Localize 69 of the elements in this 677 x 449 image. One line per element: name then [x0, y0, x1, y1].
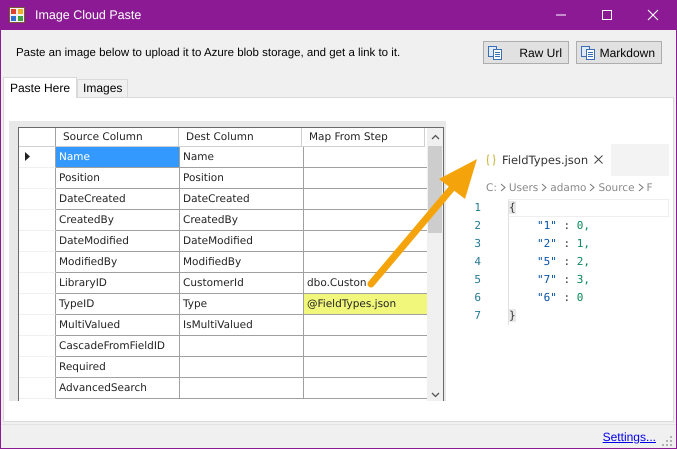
chevron-icon: [541, 183, 548, 192]
table-cell[interactable]: TypeID: [56, 294, 180, 315]
code-text: {: [509, 201, 516, 214]
table-cell[interactable]: DateCreated: [56, 188, 180, 210]
tab[interactable]: Paste Here: [3, 76, 78, 98]
table-cell[interactable]: [180, 378, 304, 399]
window-title: Image Cloud Paste: [35, 8, 142, 22]
code-text: }: [509, 309, 516, 322]
app-icon: [9, 7, 25, 23]
braces-icon: [486, 154, 496, 166]
table-cell[interactable]: ModifiedBy: [56, 252, 180, 273]
table-cell[interactable]: CustomerId: [180, 272, 304, 294]
table-cell[interactable]: AdvancedSearch: [56, 378, 180, 399]
table-cell[interactable]: IsMultiValued: [180, 314, 304, 336]
table-cell[interactable]: Name: [180, 146, 304, 168]
settings-link[interactable]: Settings...: [602, 430, 656, 444]
table-cell[interactable]: CreatedBy: [180, 210, 304, 231]
copy-icon: [580, 44, 596, 61]
table-cell[interactable]: MultiValued: [56, 314, 180, 336]
table-cell[interactable]: DateModified: [56, 230, 180, 252]
breadcrumb-item[interactable]: F: [646, 182, 653, 194]
line-number: 6: [473, 291, 482, 304]
editor-tab[interactable]: FieldTypes.json: [446, 144, 612, 176]
line-number: 1: [473, 201, 482, 214]
maximize-icon: [601, 9, 613, 21]
scroll-down-icon[interactable]: [430, 392, 440, 398]
resize-grip-icon[interactable]: [662, 436, 672, 446]
code-text: "6" : 0: [536, 291, 584, 304]
code-text: "7" : 3,: [536, 273, 590, 286]
table-cell[interactable]: Position: [56, 168, 180, 189]
column-header[interactable]: Map From Step: [302, 128, 425, 147]
breadcrumb-item[interactable]: adamo: [550, 182, 586, 194]
table-cell[interactable]: DateModified: [180, 230, 304, 252]
table-cell[interactable]: CascadeFromFieldID: [56, 336, 180, 357]
code-text: "2" : 1,: [536, 237, 590, 250]
line-number: 4: [473, 255, 482, 268]
line-number: 5: [473, 273, 482, 286]
chevron-icon: [589, 183, 596, 192]
breadcrumb-item[interactable]: C:: [486, 182, 497, 194]
copy-button[interactable]: Raw Url: [483, 41, 569, 64]
breadcrumb-item[interactable]: Users: [508, 182, 538, 194]
table-cell[interactable]: CreatedBy: [56, 210, 180, 231]
table-cell[interactable]: [180, 336, 304, 357]
instruction-text: Paste an image below to upload it to Azure blob storage, and get a link to it.: [16, 46, 400, 59]
code-text: "5" : 2,: [536, 255, 590, 268]
table-cell[interactable]: Required: [56, 356, 180, 378]
column-header[interactable]: Dest Column: [179, 128, 302, 147]
line-number: 2: [473, 219, 482, 232]
table-cell[interactable]: ModifiedBy: [180, 252, 304, 273]
scroll-up-icon[interactable]: [430, 134, 440, 140]
current-row-icon: [25, 152, 30, 162]
table-cell[interactable]: [180, 356, 304, 378]
breadcrumb-item[interactable]: Source: [598, 182, 635, 194]
chevron-icon: [638, 183, 644, 192]
copy-icon: [487, 44, 503, 61]
tab[interactable]: Images: [77, 78, 128, 97]
line-number: 3: [473, 237, 482, 250]
chevron-icon: [500, 183, 506, 192]
table-cell[interactable]: Position: [180, 168, 304, 189]
table-cell[interactable]: @FieldTypes.json: [304, 294, 429, 315]
line-number: 7: [473, 309, 482, 322]
code-text: "1" : 0,: [536, 219, 590, 232]
table-cell[interactable]: LibraryID: [56, 272, 180, 294]
close-icon[interactable]: [594, 155, 604, 164]
grid-corner[interactable]: [19, 128, 56, 147]
close-icon: [647, 9, 659, 21]
copy-button[interactable]: Markdown: [576, 41, 662, 64]
table-cell[interactable]: DateCreated: [180, 188, 304, 210]
vertical-scrollbar[interactable]: [427, 128, 443, 401]
